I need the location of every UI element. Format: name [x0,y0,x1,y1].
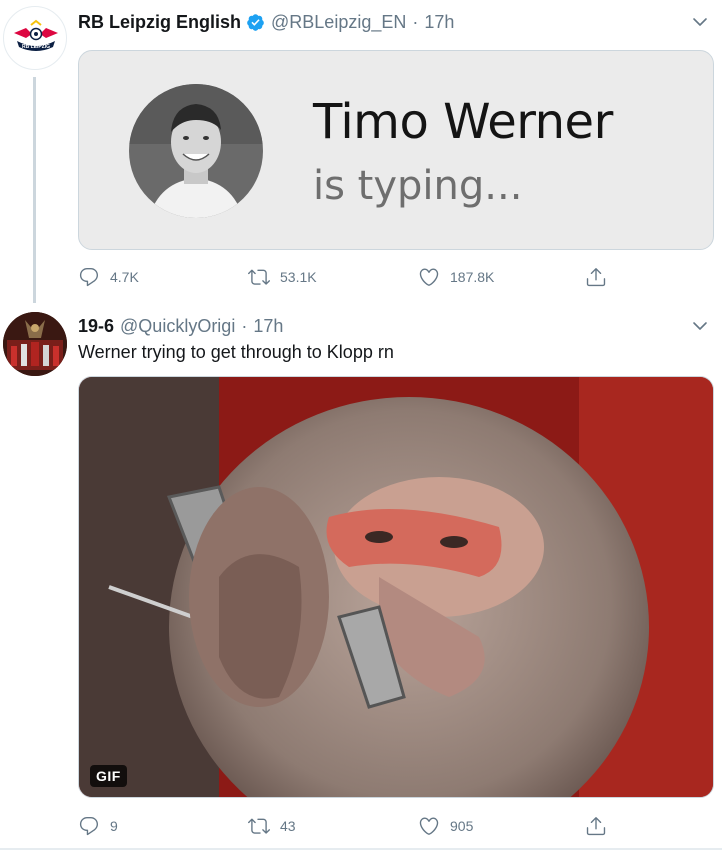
verified-badge-icon [247,13,264,31]
like-button[interactable]: 905 [418,811,473,841]
tweet-timestamp[interactable]: 17h [424,12,454,33]
like-button[interactable]: 187.8K [418,262,494,292]
tweet-header: RB Leipzig English @RBLeipzig_EN · 17h [78,11,454,33]
separator-dot: · [412,11,419,32]
chevron-down-icon[interactable] [692,14,708,30]
tweet-text: Werner trying to get through to Klopp rn [78,342,394,362]
gif-badge: GIF [90,765,127,787]
tweet-header: 19-6 @QuicklyOrigi · 17h [78,315,283,337]
reply-button[interactable]: 4.7K [78,262,139,292]
tweet-rbleipzig[interactable]: RB LEIPZIG RB Leipzig English @RBLeipzig… [0,0,722,303]
author-name[interactable]: RB Leipzig English [78,12,241,33]
share-button[interactable] [585,811,607,841]
timo-werner-photo [129,84,263,218]
reply-count: 9 [110,818,118,834]
tweet-actions: 4.7K 53.1K 187.8K [78,262,638,292]
rbleipzig-avatar[interactable]: RB LEIPZIG [3,6,67,70]
retweet-icon [248,818,270,834]
reply-count: 4.7K [110,269,139,285]
tweet-quicklyorigi[interactable]: 19-6 @QuicklyOrigi · 17h Werner trying t… [0,300,722,848]
baboon-phone-gif [79,377,713,797]
reply-button[interactable]: 9 [78,811,118,841]
retweet-icon [248,269,270,285]
reply-icon [79,817,99,836]
author-handle[interactable]: @RBLeipzig_EN [271,12,406,33]
like-icon [419,817,439,835]
retweet-button[interactable]: 43 [248,811,296,841]
share-button[interactable] [585,262,607,292]
share-icon [586,268,606,287]
quicklyorigi-avatar[interactable] [3,312,67,376]
card-subtitle: is typing... [313,163,523,209]
card-title: Timo Werner [313,94,613,150]
share-icon [586,817,606,836]
retweet-count: 43 [280,818,296,834]
typing-image-card[interactable]: Timo Werner is typing... [78,50,714,250]
author-name[interactable]: 19-6 [78,316,114,337]
like-count: 905 [450,818,474,834]
chevron-down-icon[interactable] [692,318,708,334]
tweet-actions: 9 43 905 [78,811,638,841]
author-handle[interactable]: @QuicklyOrigi [120,316,235,337]
retweet-button[interactable]: 53.1K [248,262,317,292]
separator-dot: · [241,315,248,336]
reply-icon [79,268,99,287]
like-count: 187.8K [450,269,495,285]
tweet-timestamp[interactable]: 17h [253,316,283,337]
svg-text:RB LEIPZIG: RB LEIPZIG [22,44,50,50]
gif-media[interactable]: GIF [78,376,714,798]
like-icon [419,268,439,286]
retweet-count: 53.1K [280,269,317,285]
thread-connector-line [33,77,36,303]
